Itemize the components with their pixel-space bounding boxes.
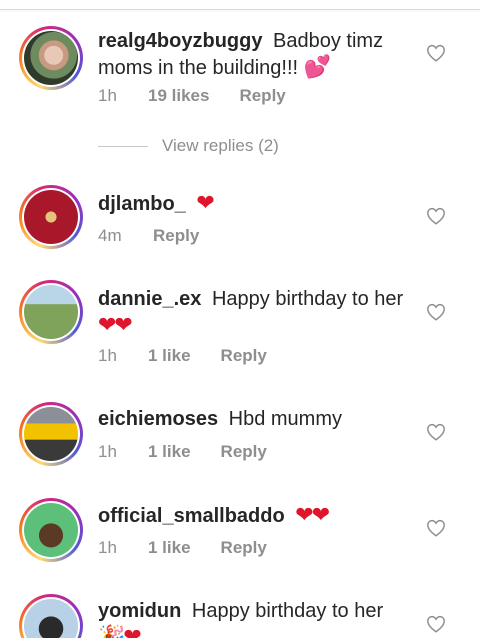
avatar [24,190,78,244]
comment-body: realg4boyzbuggy Badboy timz moms in the … [98,28,418,81]
party-heart-emoji: 🎉❤ [98,624,142,638]
view-replies-link[interactable]: View replies (2) [98,136,279,156]
comment-time: 1h [98,442,117,461]
heart-outline-icon[interactable] [425,42,447,64]
comment-username[interactable]: eichiemoses [98,408,218,430]
heart-outline-icon[interactable] [425,205,447,227]
avatar-story-ring[interactable] [19,26,83,90]
avatar [24,599,78,638]
reply-button[interactable]: Reply [221,442,267,462]
comment-username[interactable]: official_smallbaddo [98,505,285,527]
comment-body: yomidun Happy birthday to her 🎉❤ [98,598,418,638]
comment-body: official_smallbaddo ❤❤ [98,502,418,529]
comment-meta: 1h 1 like Reply [98,442,267,462]
comment-username[interactable]: yomidun [98,600,181,622]
comment-text: Happy birthday to her [211,288,404,310]
comment-body: dannie_.ex Happy birthday to her ❤❤ [98,286,418,339]
avatar-story-ring[interactable] [19,594,83,638]
reply-button[interactable]: Reply [221,346,267,366]
avatar-story-ring[interactable] [19,185,83,249]
heart-outline-icon[interactable] [425,613,447,635]
comment-text: Happy birthday to her [191,600,384,622]
red-heart-emoji: ❤❤ [295,502,330,527]
view-replies-label[interactable]: View replies (2) [162,136,279,156]
comment-time: 4m [98,226,122,245]
comment-likes[interactable]: 1 like [148,538,191,558]
reply-button[interactable]: Reply [153,226,199,246]
avatar [24,31,78,85]
comment-meta: 1h 19 likes Reply [98,86,286,106]
top-divider [0,0,480,10]
heart-outline-icon[interactable] [425,421,447,443]
avatar [24,407,78,461]
comment-time: 1h [98,538,117,557]
comment-time: 1h [98,346,117,365]
reply-button[interactable]: Reply [221,538,267,558]
comment-likes[interactable]: 19 likes [148,86,209,106]
reply-button[interactable]: Reply [239,86,285,106]
comment-username[interactable]: dannie_.ex [98,288,201,310]
replies-line [98,145,148,147]
heart-outline-icon[interactable] [425,301,447,323]
avatar-story-ring[interactable] [19,402,83,466]
red-heart-emoji: ❤ [196,190,214,215]
comment-meta: 4m Reply [98,226,199,246]
comment-meta: 1h 1 like Reply [98,538,267,558]
avatar-story-ring[interactable] [19,280,83,344]
comment-meta: 1h 1 like Reply [98,346,267,366]
avatar [24,503,78,557]
comment-body: eichiemoses Hbd mummy [98,406,418,432]
avatar-story-ring[interactable] [19,498,83,562]
comment-username[interactable]: djlambo_ [98,193,186,215]
avatar [24,285,78,339]
comment-username[interactable]: realg4boyzbuggy [98,30,262,52]
comment-likes[interactable]: 1 like [148,442,191,462]
comment-text: Hbd mummy [228,408,342,430]
red-heart-emoji: ❤❤ [98,312,133,337]
comment-body: djlambo_ ❤ [98,190,418,217]
comment-likes[interactable]: 1 like [148,346,191,366]
comment-time: 1h [98,86,117,105]
two-hearts-emoji: 💕 [303,54,331,79]
heart-outline-icon[interactable] [425,517,447,539]
